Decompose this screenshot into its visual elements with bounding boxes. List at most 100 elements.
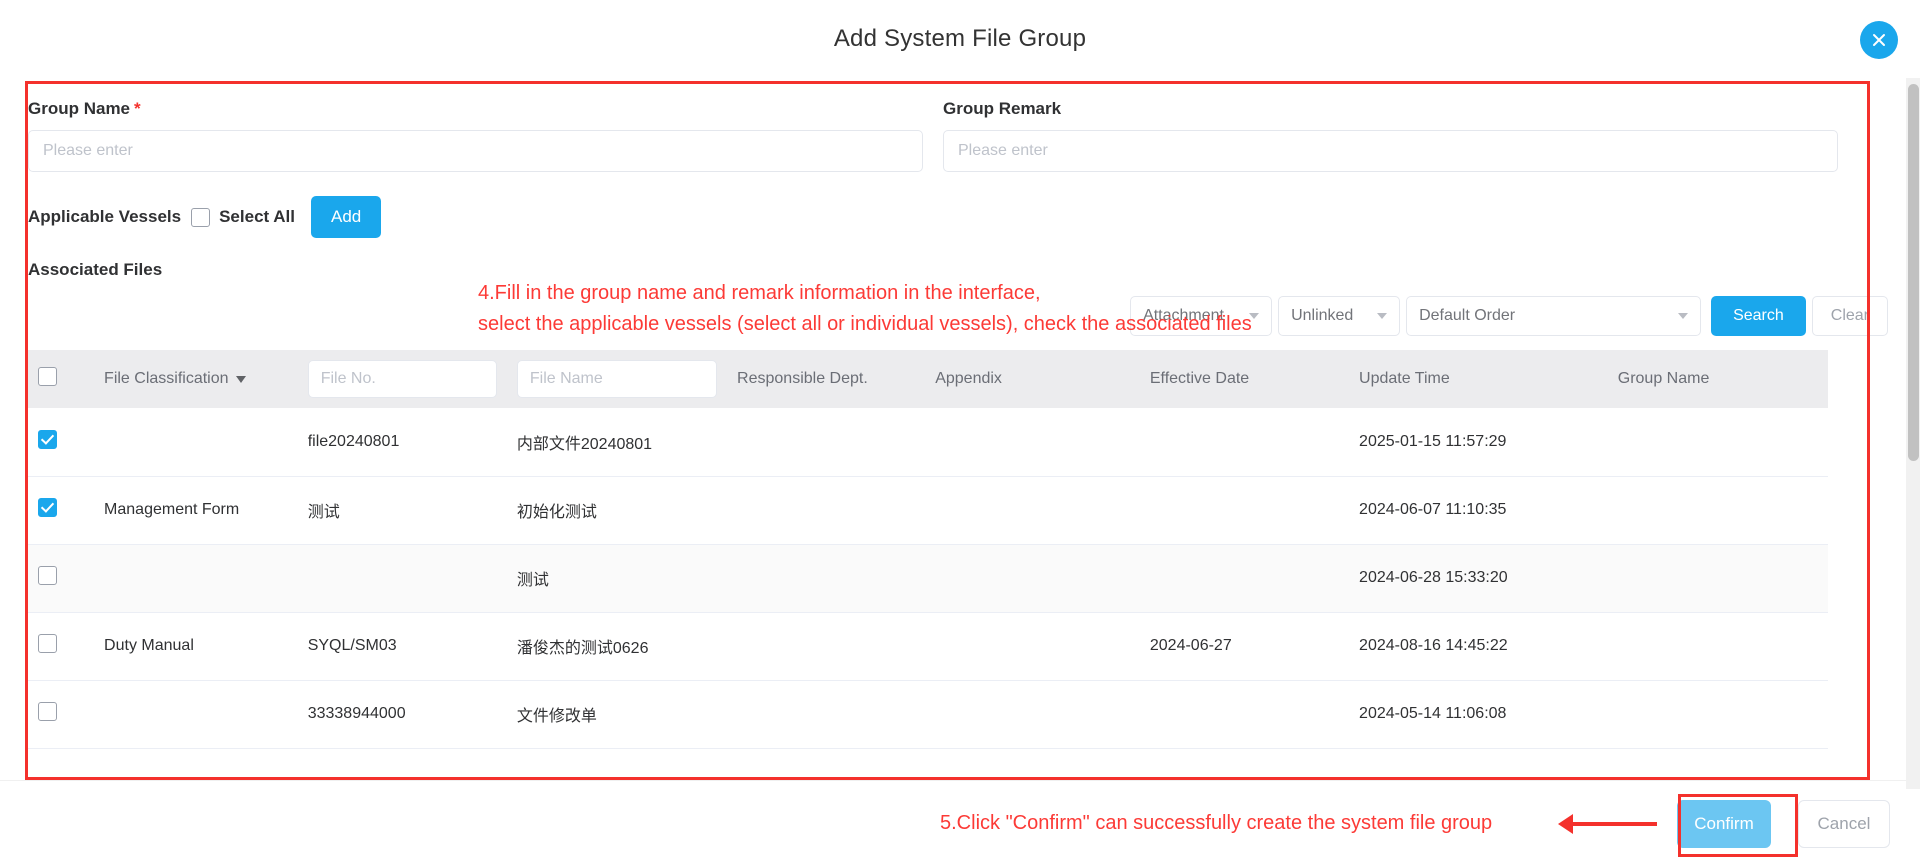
cell-dept [727,476,926,545]
cell-classification: Management Form [94,476,298,545]
table-body: file20240801 内部文件20240801 2025-01-15 11:… [28,408,1828,749]
group-name-label: Group Name * [28,98,923,120]
add-system-file-group-dialog: Add System File Group Group Name* Group … [0,0,1920,867]
close-button[interactable] [1860,21,1898,59]
group-name-input[interactable] [28,130,923,172]
cell-appendix [925,544,1140,613]
cell-file-name: 测试 [506,544,728,613]
row-select-checkbox[interactable] [38,429,57,449]
cell-update-time: 2024-05-14 11:06:08 [1349,680,1608,749]
associated-files-table: File Classification Responsible Dept. Ap… [28,350,1828,749]
cell-group-name [1607,476,1828,545]
row-checkbox-cell [28,680,95,749]
cell-file-no: SYQL/SM03 [297,612,507,681]
cell-update-time: 2024-08-16 14:45:22 [1349,612,1608,681]
table-row[interactable]: Duty Manual SYQL/SM03 潘俊杰的测试0626 2024-06… [28,612,1828,681]
cell-effective-date [1139,408,1350,477]
applicable-vessels-row: Applicable Vessels Select All Add [28,196,1892,238]
cell-update-time: 2024-06-28 15:33:20 [1349,544,1608,613]
required-asterisk: * [134,99,141,118]
cell-dept [727,680,926,749]
chevron-down-icon [1377,313,1388,319]
cell-appendix [925,680,1140,749]
cell-update-time: 2024-06-07 11:10:35 [1349,476,1608,545]
th-file-no [298,350,507,408]
th-update-time: Update Time [1359,370,1450,387]
th-group-name: Group Name [1617,370,1710,387]
th-select-all [28,350,94,408]
cell-group-name [1607,612,1828,681]
cell-group-name [1607,544,1828,613]
page-title: Add System File Group [833,25,1087,52]
confirm-button[interactable]: Confirm [1677,800,1771,848]
th-effective-date: Effective Date [1149,370,1250,387]
search-button[interactable]: Search [1711,296,1806,336]
add-vessel-button[interactable]: Add [311,196,382,238]
cell-file-no: file20240801 [297,408,507,477]
chevron-down-icon [235,375,246,383]
group-remark-field-group: Group Remark [943,98,1838,172]
select-all-vessels-checkbox[interactable] [191,207,211,227]
cell-effective-date: 2024-06-27 [1139,612,1350,681]
cell-file-name: 潘俊杰的测试0626 [506,612,728,681]
link-status-filter-select[interactable]: Unlinked [1278,296,1401,336]
th-responsible-dept: Responsible Dept. [737,370,868,387]
cell-file-no [297,544,507,613]
cell-appendix [925,408,1140,477]
cell-group-name [1607,680,1828,749]
table-row[interactable]: Management Form 测试 初始化测试 2024-06-07 11:1… [28,476,1828,545]
cell-effective-date [1139,680,1350,749]
row-select-checkbox[interactable] [38,634,57,653]
cell-update-time: 2025-01-15 11:57:29 [1349,408,1608,477]
dialog-footer: 5.Click "Confirm" can successfully creat… [0,780,1920,867]
table-row[interactable]: 测试 2024-06-28 15:33:20 [28,544,1828,613]
group-remark-input[interactable] [943,130,1838,172]
table-row[interactable]: file20240801 内部文件20240801 2025-01-15 11:… [28,408,1828,477]
row-checkbox-cell [28,476,95,545]
chevron-down-icon [1678,313,1689,319]
row-select-checkbox[interactable] [38,566,57,585]
group-name-field-group: Group Name * [28,98,923,172]
cell-effective-date [1139,544,1350,613]
cell-file-name: 文件修改单 [506,680,728,749]
form-top-row: Group Name* Group Remark [28,98,1892,172]
cell-classification: Duty Manual [94,612,298,681]
th-file-name [507,350,727,408]
cell-classification [94,680,298,749]
cell-appendix [925,476,1140,545]
close-icon [1873,34,1885,46]
file-name-filter-input[interactable] [516,360,718,398]
cell-file-no: 测试 [297,476,507,545]
select-all-label: Select All [219,207,295,226]
row-select-checkbox[interactable] [38,498,57,517]
group-remark-label: Group Remark [943,99,1062,118]
row-checkbox-cell [28,408,95,477]
cell-effective-date [1139,476,1350,545]
cell-file-name: 初始化测试 [506,476,728,545]
cell-appendix [925,612,1140,681]
table-row[interactable]: 33338944000 文件修改单 2024-05-14 11:06:08 [28,680,1828,749]
annotation-step-5: 5.Click "Confirm" can successfully creat… [940,812,1493,834]
cell-classification [94,408,298,477]
cell-classification [94,544,298,613]
row-select-checkbox[interactable] [38,702,57,721]
annotation-arrow-icon [1558,814,1657,834]
cell-file-no: 33338944000 [297,680,507,749]
file-no-filter-input[interactable] [307,360,497,398]
clear-button[interactable]: Clear [1811,296,1888,336]
row-checkbox-cell [28,612,95,681]
cancel-button[interactable]: Cancel [1798,800,1890,848]
link-status-filter-value: Unlinked [1291,307,1354,324]
cell-group-name [1607,408,1828,477]
dialog-body: Group Name* Group Remark Applicable Vess… [0,78,1920,780]
cell-file-name: 内部文件20240801 [506,408,728,477]
cell-dept [727,544,926,613]
order-filter-select[interactable]: Default Order [1406,296,1702,336]
th-file-classification[interactable]: File Classification [94,350,298,408]
dialog-header: Add System File Group [0,0,1920,78]
vertical-scrollbar-thumb[interactable] [1908,84,1919,461]
table-select-all-checkbox[interactable] [38,367,57,386]
annotation-step-4: 4.Fill in the group name and remark info… [478,282,1252,335]
th-appendix: Appendix [935,370,1002,387]
cell-dept [727,408,926,477]
